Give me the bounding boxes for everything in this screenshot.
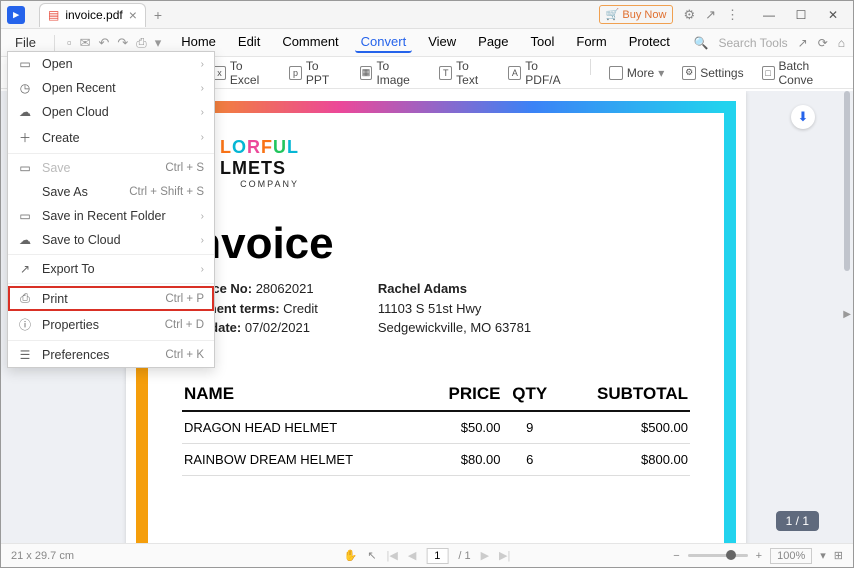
menu-tool[interactable]: Tool xyxy=(525,32,561,53)
statusbar: 21 x 29.7 cm ✋ ↖ |◀ ◀ / 1 ▶ ▶| − + 100% … xyxy=(1,543,853,567)
menu-convert[interactable]: Convert xyxy=(355,32,413,53)
menu-comment[interactable]: Comment xyxy=(276,32,344,53)
invoice-meta-right: Rachel Adams 11103 S 51st Hwy Sedgewickv… xyxy=(378,279,531,338)
mail-icon[interactable]: ✉ xyxy=(80,35,91,51)
page-dimensions: 21 x 29.7 cm xyxy=(11,550,74,562)
titlebar: ▸ ▤ invoice.pdf × + 🛒 Buy Now ⚙ ↗ ⋮ — ☐ … xyxy=(1,1,853,29)
fit-page-icon[interactable]: ⊞ xyxy=(834,549,843,562)
file-menu-preferences[interactable]: ☰PreferencesCtrl + K xyxy=(8,343,214,367)
tool-more[interactable]: More▾ xyxy=(609,59,664,87)
menu-page[interactable]: Page xyxy=(472,32,514,53)
zoom-dropdown-icon[interactable]: ▾ xyxy=(820,549,826,562)
app-icon: ▸ xyxy=(7,6,25,24)
company-logo: LORFUL LMETS COMPANY xyxy=(182,137,690,189)
tool-to-pdf-a[interactable]: ATo PDF/A xyxy=(508,59,572,87)
expand-right-icon[interactable]: ▶ xyxy=(843,309,851,320)
tab-filename: invoice.pdf xyxy=(65,8,122,22)
last-page-icon[interactable]: ▶| xyxy=(499,549,510,562)
first-page-icon[interactable]: |◀ xyxy=(387,549,398,562)
next-page-icon[interactable]: ▶ xyxy=(481,549,489,562)
zoom-in-icon[interactable]: + xyxy=(756,550,762,562)
menu-view[interactable]: View xyxy=(422,32,462,53)
close-tab-icon[interactable]: × xyxy=(129,7,137,23)
kebab-icon[interactable]: ⋮ xyxy=(726,7,739,23)
file-menu-save-to-cloud[interactable]: ☁Save to Cloud› xyxy=(8,228,214,252)
invoice-title: Invoice xyxy=(182,219,690,269)
menu-home[interactable]: Home xyxy=(175,32,222,53)
menu-edit[interactable]: Edit xyxy=(232,32,266,53)
file-menu-properties[interactable]: ⓘPropertiesCtrl + D xyxy=(8,311,214,338)
tool-to-image[interactable]: ▦To Image xyxy=(360,59,422,87)
file-menu-trigger[interactable]: File xyxy=(9,33,42,52)
tool-settings[interactable]: ⚙Settings xyxy=(682,59,743,87)
maximize-button[interactable]: ☐ xyxy=(787,5,815,25)
tool-to-ppt[interactable]: pTo PPT xyxy=(289,59,342,87)
redo-icon[interactable]: ↷ xyxy=(117,35,128,51)
add-tab-icon[interactable]: + xyxy=(154,7,162,23)
zoom-out-icon[interactable]: − xyxy=(673,550,679,562)
file-menu-save-as[interactable]: Save AsCtrl + Shift + S xyxy=(8,180,214,204)
search-tools-input[interactable]: Search Tools xyxy=(718,36,787,50)
document-tab[interactable]: ▤ invoice.pdf × xyxy=(39,3,146,27)
open-external-icon[interactable]: ↗ xyxy=(798,36,808,50)
file-menu-open[interactable]: ▭Open› xyxy=(8,52,214,76)
file-menu-print[interactable]: ⎙PrintCtrl + P xyxy=(8,286,214,311)
tool-to-text[interactable]: TTo Text xyxy=(439,59,490,87)
minimize-button[interactable]: — xyxy=(755,5,783,25)
page-total: / 1 xyxy=(458,550,470,562)
table-row: DRAGON HEAD HELMET$50.009$500.00 xyxy=(182,411,690,444)
download-bubble-icon[interactable]: ⬇ xyxy=(791,105,815,129)
share-icon[interactable]: ↗ xyxy=(705,7,716,23)
close-window-button[interactable]: ✕ xyxy=(819,5,847,25)
hand-tool-icon[interactable]: ✋ xyxy=(344,549,358,562)
file-menu-open-recent[interactable]: ◷Open Recent› xyxy=(8,76,214,100)
file-menu-create[interactable]: ＋Create› xyxy=(8,124,214,151)
zoom-slider[interactable] xyxy=(688,554,748,557)
undo-icon[interactable]: ↶ xyxy=(98,35,109,51)
home-icon[interactable]: ⌂ xyxy=(838,36,845,50)
menu-form[interactable]: Form xyxy=(570,32,612,53)
select-tool-icon[interactable]: ↖ xyxy=(367,549,376,562)
sync-icon[interactable]: ⟳ xyxy=(818,36,828,50)
file-menu-save: ▭SaveCtrl + S xyxy=(8,156,214,180)
file-menu-dropdown: ▭Open›◷Open Recent›☁Open Cloud›＋Create› ▭… xyxy=(7,51,215,368)
page-counter-badge: 1 / 1 xyxy=(776,511,819,531)
zoom-value: 100% xyxy=(770,548,812,564)
gift-icon[interactable]: ⚙ xyxy=(683,7,695,23)
tool-to-excel[interactable]: xTo Excel xyxy=(213,59,271,87)
menu-protect[interactable]: Protect xyxy=(623,32,676,53)
prev-page-icon[interactable]: ◀ xyxy=(408,549,416,562)
page-number-input[interactable] xyxy=(426,548,448,564)
save-icon[interactable]: ▫ xyxy=(67,35,72,51)
cart-icon: 🛒 xyxy=(606,8,620,21)
divider xyxy=(54,35,55,51)
search-icon: 🔍 xyxy=(694,36,709,50)
invoice-table: NAMEPRICEQTYSUBTOTAL DRAGON HEAD HELMET$… xyxy=(182,378,690,476)
file-menu-save-in-recent-folder[interactable]: ▭Save in Recent Folder› xyxy=(8,204,214,228)
file-menu-export-to[interactable]: ↗Export To› xyxy=(8,257,214,281)
print-icon[interactable]: ⎙ xyxy=(136,35,146,51)
file-icon: ▤ xyxy=(48,8,59,22)
filter-icon[interactable]: ▾ xyxy=(155,35,162,51)
pdf-page: LORFUL LMETS COMPANY Invoice Invoice No:… xyxy=(126,91,746,543)
buy-now-button[interactable]: 🛒 Buy Now xyxy=(599,5,674,24)
table-row: RAINBOW DREAM HELMET$80.006$800.00 xyxy=(182,443,690,475)
file-menu-open-cloud[interactable]: ☁Open Cloud› xyxy=(8,100,214,124)
tool-batch-conve[interactable]: □Batch Conve xyxy=(762,59,841,87)
scrollbar-thumb[interactable] xyxy=(844,91,850,271)
